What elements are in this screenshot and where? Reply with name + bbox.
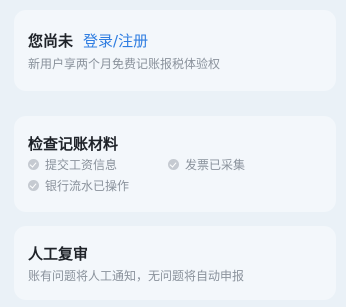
check-item-label: 银行流水已操作 [45,179,130,193]
check-circle-icon [28,159,39,170]
check-item-bank-statement: 银行流水已操作 [28,177,129,194]
check-item-salary: 提交工资信息 [28,156,117,173]
check-item-invoice: 发票已采集 [168,156,245,173]
check-materials-card: 检查记账材料 提交工资信息 发票已采集 银行流水已操作 [14,116,336,212]
check-circle-icon [168,159,179,170]
login-prompt-card: 您尚未 登录/注册 新用户享两个月免费记账报税体验权 [14,10,336,91]
check-item-label: 提交工资信息 [45,158,118,172]
login-prompt-title: 您尚未 登录/注册 [28,30,148,51]
manual-review-subtitle: 账有问题将人工通知，无问题将自动申报 [28,269,245,283]
login-prompt-subtitle: 新用户享两个月免费记账报税体验权 [28,57,221,71]
check-item-label: 发票已采集 [185,158,246,172]
manual-review-card: 人工复审 账有问题将人工通知，无问题将自动申报 [14,226,336,300]
manual-review-title: 人工复审 [28,245,89,263]
check-circle-icon [28,180,39,191]
login-register-link[interactable]: 登录/注册 [83,32,148,50]
check-materials-title: 检查记账材料 [28,135,119,153]
login-status-text: 您尚未 [28,32,74,50]
page: 您尚未 登录/注册 新用户享两个月免费记账报税体验权 检查记账材料 提交工资信息 … [0,0,346,307]
